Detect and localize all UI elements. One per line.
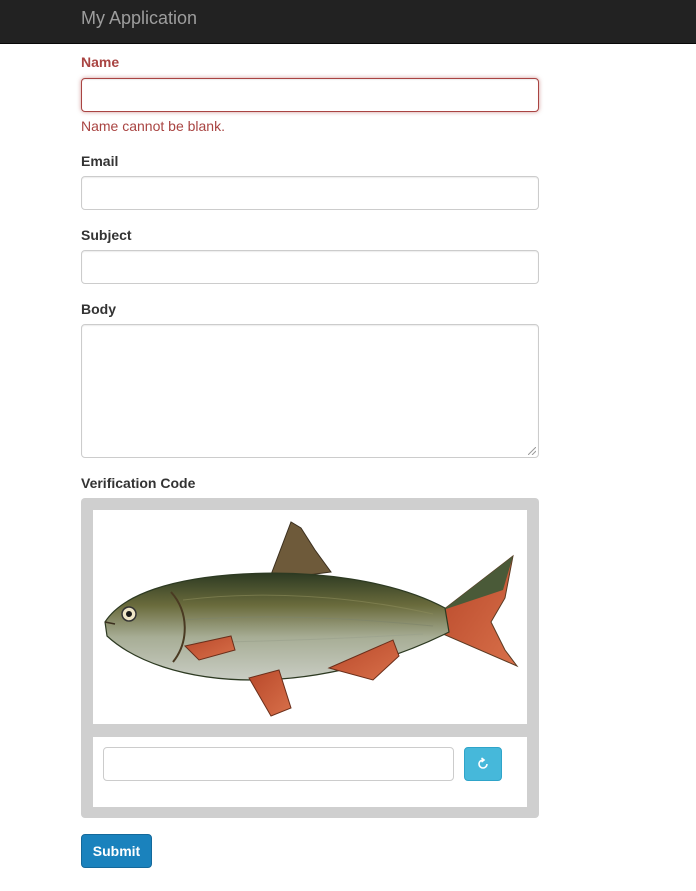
refresh-icon xyxy=(478,757,488,769)
email-input[interactable] xyxy=(81,176,539,210)
subject-label: Subject xyxy=(81,227,132,243)
email-label: Email xyxy=(81,153,119,169)
captcha-refresh-button[interactable] xyxy=(464,747,502,781)
subject-input[interactable] xyxy=(81,250,539,284)
navbar: My Application xyxy=(0,0,696,44)
body-textarea[interactable] xyxy=(81,324,539,458)
captcha-panel xyxy=(81,498,539,818)
name-input[interactable] xyxy=(81,78,539,112)
verification-code-input[interactable] xyxy=(103,747,454,781)
body-field-group: Body xyxy=(81,301,539,317)
email-field-group: Email xyxy=(81,153,539,169)
name-field-group: Name xyxy=(81,54,539,70)
submit-button[interactable]: Submit xyxy=(81,834,152,868)
name-label: Name xyxy=(81,54,120,70)
body-label: Body xyxy=(81,301,116,317)
verification-field-group: Verification Code xyxy=(81,475,539,491)
name-error-message: Name cannot be blank. xyxy=(81,118,225,134)
captcha-image xyxy=(93,510,527,724)
subject-field-group: Subject xyxy=(81,227,539,243)
verification-label: Verification Code xyxy=(81,475,196,491)
resize-grip-icon[interactable] xyxy=(528,447,536,455)
fish-image xyxy=(104,521,519,717)
brand-link[interactable]: My Application xyxy=(81,8,197,29)
captcha-input-row xyxy=(93,737,527,807)
